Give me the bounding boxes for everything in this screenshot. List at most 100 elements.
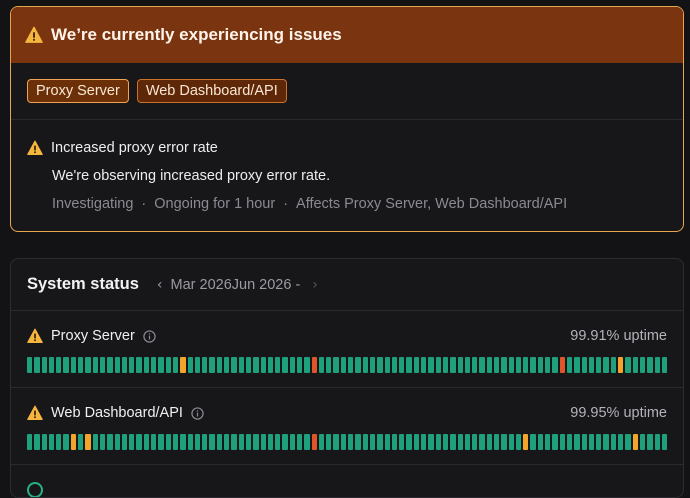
uptime-day-bar[interactable] xyxy=(574,357,580,373)
uptime-day-bar[interactable] xyxy=(340,357,347,373)
uptime-day-bar[interactable] xyxy=(99,357,106,373)
uptime-day-bar[interactable] xyxy=(406,434,412,450)
uptime-day-bar[interactable] xyxy=(172,434,179,450)
uptime-day-bar[interactable] xyxy=(194,357,201,373)
uptime-day-bar[interactable] xyxy=(282,357,288,373)
uptime-day-bar[interactable] xyxy=(136,357,142,373)
component-row-proxy-server[interactable]: Proxy Server 99.91% uptime xyxy=(11,311,683,388)
uptime-day-bar[interactable] xyxy=(428,434,434,450)
component-row-web-dashboard-api[interactable]: Web Dashboard/API 99.95% uptime xyxy=(11,388,683,465)
uptime-day-bar[interactable] xyxy=(435,434,441,450)
uptime-day-bar[interactable] xyxy=(566,357,573,373)
uptime-day-bar[interactable] xyxy=(121,434,128,450)
uptime-day-bar[interactable] xyxy=(231,357,237,373)
uptime-day-bar[interactable] xyxy=(267,357,274,373)
uptime-day-bar[interactable] xyxy=(245,357,252,373)
chevron-left-icon[interactable]: ‹ xyxy=(157,277,163,293)
uptime-day-bar[interactable] xyxy=(399,357,405,373)
uptime-day-bar[interactable] xyxy=(107,357,113,373)
uptime-day-bar[interactable] xyxy=(515,434,522,450)
uptime-day-bar[interactable] xyxy=(581,434,587,450)
uptime-day-bar[interactable] xyxy=(603,357,609,373)
uptime-day-bar[interactable] xyxy=(311,434,317,450)
uptime-day-bar[interactable] xyxy=(348,357,354,373)
uptime-day-bar[interactable] xyxy=(56,357,62,373)
uptime-day-bar[interactable] xyxy=(523,357,529,373)
uptime-day-bar[interactable] xyxy=(574,434,580,450)
uptime-day-bar[interactable] xyxy=(216,357,223,373)
uptime-day-bar[interactable] xyxy=(216,434,223,450)
uptime-day-bar[interactable] xyxy=(282,434,288,450)
uptime-day-bar[interactable] xyxy=(202,434,208,450)
uptime-day-bar[interactable] xyxy=(209,357,215,373)
uptime-day-bar[interactable] xyxy=(107,434,113,450)
uptime-day-bar[interactable] xyxy=(632,357,638,373)
uptime-day-bar[interactable] xyxy=(610,434,617,450)
uptime-day-bar[interactable] xyxy=(355,357,361,373)
uptime-day-bar[interactable] xyxy=(377,357,383,373)
uptime-day-bar[interactable] xyxy=(457,434,463,450)
uptime-day-bar[interactable] xyxy=(187,434,193,450)
uptime-day-bar[interactable] xyxy=(78,357,84,373)
uptime-day-bar[interactable] xyxy=(296,357,303,373)
uptime-day-bar[interactable] xyxy=(494,357,500,373)
uptime-day-bar[interactable] xyxy=(41,357,47,373)
uptime-day-bar[interactable] xyxy=(399,434,405,450)
uptime-day-bar[interactable] xyxy=(158,357,164,373)
uptime-day-bar[interactable] xyxy=(70,434,77,450)
uptime-day-bar[interactable] xyxy=(479,357,485,373)
uptime-day-bar[interactable] xyxy=(78,434,84,450)
uptime-day-bar[interactable] xyxy=(647,434,653,450)
uptime-day-bar[interactable] xyxy=(530,357,536,373)
uptime-day-bar[interactable] xyxy=(501,357,507,373)
uptime-day-bar[interactable] xyxy=(494,434,500,450)
uptime-day-bar[interactable] xyxy=(523,434,529,450)
uptime-day-bar[interactable] xyxy=(238,434,244,450)
uptime-day-bar[interactable] xyxy=(654,434,660,450)
uptime-day-bar[interactable] xyxy=(596,434,602,450)
uptime-day-bar[interactable] xyxy=(618,434,624,450)
uptime-day-bar[interactable] xyxy=(661,357,668,373)
uptime-day-bar[interactable] xyxy=(129,434,135,450)
uptime-day-bar[interactable] xyxy=(559,434,565,450)
incident-details[interactable]: Increased proxy error rate We're observi… xyxy=(11,120,683,212)
uptime-day-bar[interactable] xyxy=(143,434,150,450)
uptime-day-bar[interactable] xyxy=(333,357,339,373)
uptime-day-bar[interactable] xyxy=(326,434,332,450)
uptime-day-bar[interactable] xyxy=(158,434,164,450)
uptime-day-bar[interactable] xyxy=(545,357,551,373)
uptime-day-bar[interactable] xyxy=(384,434,390,450)
uptime-day-bar[interactable] xyxy=(464,357,471,373)
uptime-day-bar[interactable] xyxy=(362,357,368,373)
uptime-day-bar[interactable] xyxy=(486,434,492,450)
uptime-day-bar[interactable] xyxy=(224,434,230,450)
uptime-day-bar[interactable] xyxy=(63,434,69,450)
uptime-day-bar[interactable] xyxy=(48,357,55,373)
uptime-day-bar[interactable] xyxy=(413,357,420,373)
uptime-day-bar[interactable] xyxy=(647,357,653,373)
uptime-day-bar[interactable] xyxy=(92,434,98,450)
uptime-day-bar[interactable] xyxy=(501,434,507,450)
uptime-day-bar[interactable] xyxy=(311,357,317,373)
uptime-day-bar[interactable] xyxy=(92,357,98,373)
uptime-day-bar[interactable] xyxy=(136,434,142,450)
uptime-day-bar[interactable] xyxy=(27,357,33,373)
uptime-day-bar[interactable] xyxy=(472,434,478,450)
uptime-day-bar[interactable] xyxy=(552,434,558,450)
uptime-day-bar[interactable] xyxy=(537,434,544,450)
uptime-day-bar[interactable] xyxy=(581,357,587,373)
uptime-day-bar[interactable] xyxy=(289,357,295,373)
uptime-day-bar[interactable] xyxy=(151,434,157,450)
uptime-day-bar[interactable] xyxy=(661,434,668,450)
uptime-day-bar[interactable] xyxy=(450,434,456,450)
uptime-day-bar[interactable] xyxy=(253,434,259,450)
uptime-day-bar[interactable] xyxy=(435,357,441,373)
uptime-day-bar[interactable] xyxy=(391,357,398,373)
uptime-day-bar[interactable] xyxy=(421,357,427,373)
uptime-day-bar[interactable] xyxy=(384,357,390,373)
uptime-day-bar[interactable] xyxy=(369,434,376,450)
uptime-day-bar[interactable] xyxy=(296,434,303,450)
uptime-day-bar[interactable] xyxy=(70,357,77,373)
uptime-day-bar[interactable] xyxy=(260,357,266,373)
uptime-day-bar[interactable] xyxy=(530,434,536,450)
